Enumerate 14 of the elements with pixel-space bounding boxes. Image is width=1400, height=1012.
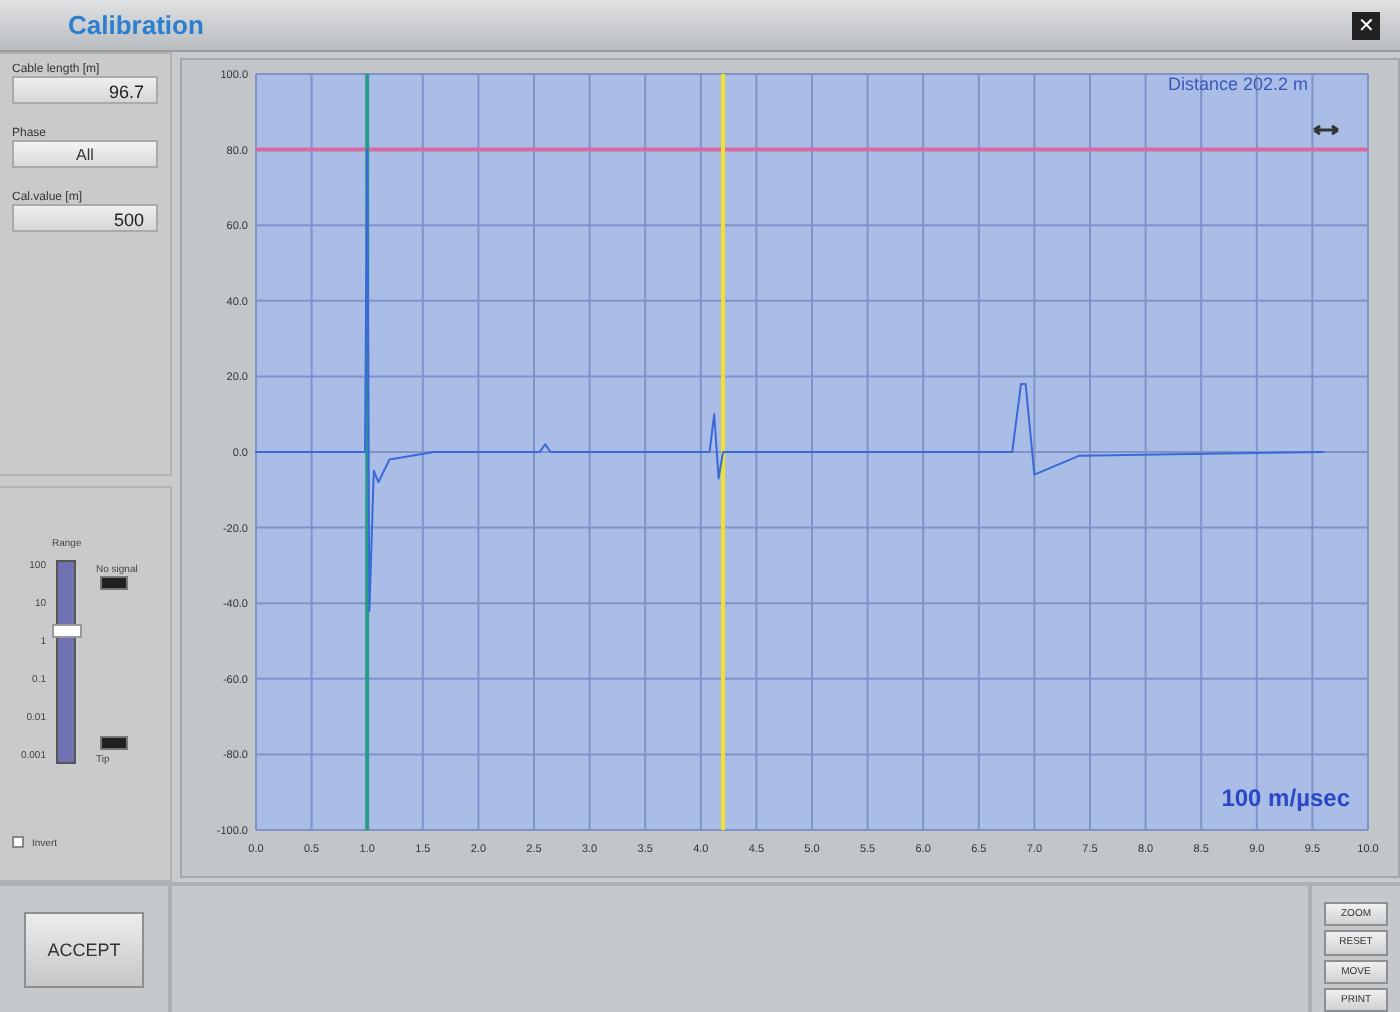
velocity-label: 100 m/µsec xyxy=(1221,784,1350,812)
dropdown[interactable]: All xyxy=(12,140,158,168)
indicator-light xyxy=(100,576,128,590)
slider-track[interactable] xyxy=(56,560,76,764)
window-title: Calibration xyxy=(68,10,204,40)
indicator-light xyxy=(100,736,128,750)
slider-thumb[interactable] xyxy=(52,624,82,638)
close-button[interactable]: ✕ xyxy=(1352,11,1380,39)
distance-readout: Distance 202.2 m xyxy=(1167,74,1308,94)
input-field[interactable]: 500 xyxy=(12,204,158,232)
double-arrow-icon[interactable] xyxy=(1312,124,1340,136)
accept-button[interactable]: ACCEPT xyxy=(24,911,144,987)
input-field[interactable]: 96.7 xyxy=(12,76,158,104)
checkbox[interactable] xyxy=(12,836,24,848)
